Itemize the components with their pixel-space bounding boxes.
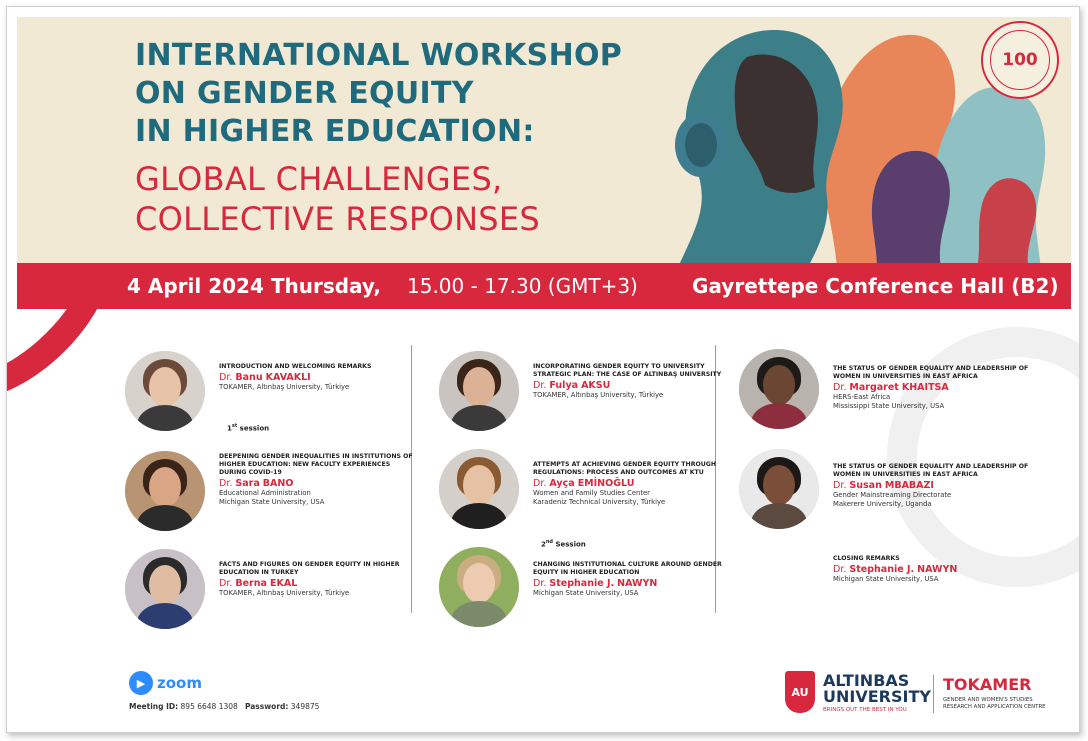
- speaker-card: DEEPENING GENDER INEQUALITIES IN INSTITU…: [125, 451, 415, 537]
- zoom-logo: ▶ zoom: [129, 671, 202, 695]
- speaker-photo: [439, 547, 519, 627]
- speaker-affiliation: Women and Family Studies Center: [533, 489, 650, 497]
- event-time: 15.00 - 17.30 (GMT+3): [407, 274, 638, 298]
- speaker-name: Dr. Fulya AKSU: [533, 380, 611, 391]
- closing-remarks: CLOSING REMARKS Dr. Stephanie J. NAWYN M…: [739, 547, 1029, 633]
- video-camera-icon: ▶: [129, 671, 153, 695]
- speaker-card: THE STATUS OF GENDER EQUALITY AND LEADER…: [739, 449, 1029, 535]
- speaker-affiliation: TOKAMER, Altınbaş University, Türkiye: [533, 391, 664, 399]
- speaker-card: INCORPORATING GENDER EQUITY TO UNIVERSIT…: [439, 351, 729, 437]
- speaker-name: Dr. Susan MBABAZI: [833, 480, 934, 491]
- speaker-name: Dr. Ayça EMİNOĞLU: [533, 478, 635, 489]
- seal-number: 100: [990, 30, 1050, 90]
- tokamer-subtitle: GENDER AND WOMEN'S STUDIES RESEARCH AND …: [943, 697, 1046, 710]
- subtitle-line: COLLECTIVE RESPONSES: [135, 200, 541, 238]
- talk-topic: INCORPORATING GENDER EQUITY TO UNIVERSIT…: [533, 363, 722, 378]
- speaker-name: Dr. Stephanie J. NAWYN: [833, 564, 958, 575]
- speaker-photo: [125, 451, 205, 531]
- speaker-affiliation: TOKAMER, Altınbaş University, Türkiye: [219, 383, 350, 391]
- speaker-photo: [125, 351, 205, 431]
- speaker-photo: [439, 351, 519, 431]
- speaker-card: FACTS AND FIGURES ON GENDER EQUITY IN HI…: [125, 549, 415, 635]
- speaker-photo: [739, 449, 819, 529]
- university-shield-icon: AU: [785, 671, 815, 713]
- tokamer-logo: TOKAMER: [943, 675, 1032, 694]
- event-venue: Gayrettepe Conference Hall (B2): [692, 274, 1059, 298]
- talk-topic: ATTEMPTS AT ACHIEVING GENDER EQUITY THRO…: [533, 461, 717, 476]
- speaker-affiliation: Michigan State University, USA: [533, 589, 639, 597]
- speaker-name: Dr. Sara BANO: [219, 478, 294, 489]
- speaker-card: INTRODUCTION AND WELCOMING REMARKS Dr. B…: [125, 351, 415, 437]
- event-info-strip: 4 April 2024 Thursday, 15.00 - 17.30 (GM…: [17, 263, 1071, 309]
- speaker-name: Dr. Margaret KHAITSA: [833, 382, 949, 393]
- workshop-subtitle: GLOBAL CHALLENGES, COLLECTIVE RESPONSES: [135, 159, 695, 239]
- subtitle-line: GLOBAL CHALLENGES,: [135, 160, 503, 198]
- university-tagline: BRINGS OUT THE BEST IN YOU: [823, 707, 907, 713]
- workshop-title: INTERNATIONAL WORKSHOP ON GENDER EQUITY …: [135, 37, 695, 151]
- speaker-affiliation: HERS-East Africa: [833, 393, 891, 401]
- speaker-card: ATTEMPTS AT ACHIEVING GENDER EQUITY THRO…: [439, 449, 729, 535]
- speaker-affiliation: Educational Administration: [219, 489, 311, 497]
- speaker-affiliation: Karadeniz Technical University, Türkiye: [533, 498, 666, 506]
- speaker-affiliation: Makerere University, Uganda: [833, 500, 932, 508]
- anniversary-seal: 100: [981, 21, 1059, 99]
- talk-topic: THE STATUS OF GENDER EQUALITY AND LEADER…: [833, 365, 1029, 380]
- session-label-1: 1st session: [227, 423, 270, 433]
- talk-topic: INTRODUCTION AND WELCOMING REMARKS: [219, 363, 372, 370]
- title-line: ON GENDER EQUITY: [135, 76, 474, 111]
- talk-topic: FACTS AND FIGURES ON GENDER EQUITY IN HI…: [219, 561, 400, 576]
- zoom-wordmark: zoom: [157, 674, 202, 692]
- speaker-affiliation: Michigan State University, USA: [219, 498, 325, 506]
- speaker-name: Dr. Banu KAVAKLI: [219, 372, 311, 383]
- speaker-affiliation: TOKAMER, Altınbaş University, Türkiye: [219, 589, 350, 597]
- speaker-affiliation: Michigan State University, USA: [833, 575, 939, 583]
- talk-topic: THE STATUS OF GENDER EQUALITY AND LEADER…: [833, 463, 1029, 478]
- header-banner: INTERNATIONAL WORKSHOP ON GENDER EQUITY …: [17, 17, 1071, 269]
- poster: INTERNATIONAL WORKSHOP ON GENDER EQUITY …: [6, 6, 1080, 733]
- speaker-card: THE STATUS OF GENDER EQUALITY AND LEADER…: [739, 349, 1029, 435]
- speaker-photo: [739, 349, 819, 429]
- university-name: ALTINBAS UNIVERSITY: [823, 671, 931, 706]
- speaker-affiliation: Gender Mainstreaming Directorate: [833, 491, 952, 499]
- organizer-logos: AU ALTINBAS UNIVERSITY BRINGS OUT THE BE…: [785, 671, 1055, 719]
- speaker-photo: [125, 549, 205, 629]
- speaker-name: Dr. Berna EKAL: [219, 578, 298, 589]
- title-line: IN HIGHER EDUCATION:: [135, 114, 535, 149]
- event-date: 4 April 2024 Thursday,: [127, 274, 382, 298]
- title-line: INTERNATIONAL WORKSHOP: [135, 38, 623, 73]
- speaker-affiliation: Mississippi State University, USA: [833, 402, 945, 410]
- logo-divider: [933, 675, 934, 713]
- talk-topic: DEEPENING GENDER INEQUALITIES IN INSTITU…: [219, 453, 413, 476]
- meeting-details: Meeting ID: 895 6648 1308 Password: 3498…: [129, 702, 320, 711]
- speaker-name: Dr. Stephanie J. NAWYN: [533, 578, 658, 589]
- talk-topic: CHANGING INSTITUTIONAL CULTURE AROUND GE…: [533, 561, 722, 576]
- speaker-card: CHANGING INSTITUTIONAL CULTURE AROUND GE…: [439, 547, 729, 633]
- speaker-photo: [439, 449, 519, 529]
- talk-topic: CLOSING REMARKS: [833, 555, 900, 562]
